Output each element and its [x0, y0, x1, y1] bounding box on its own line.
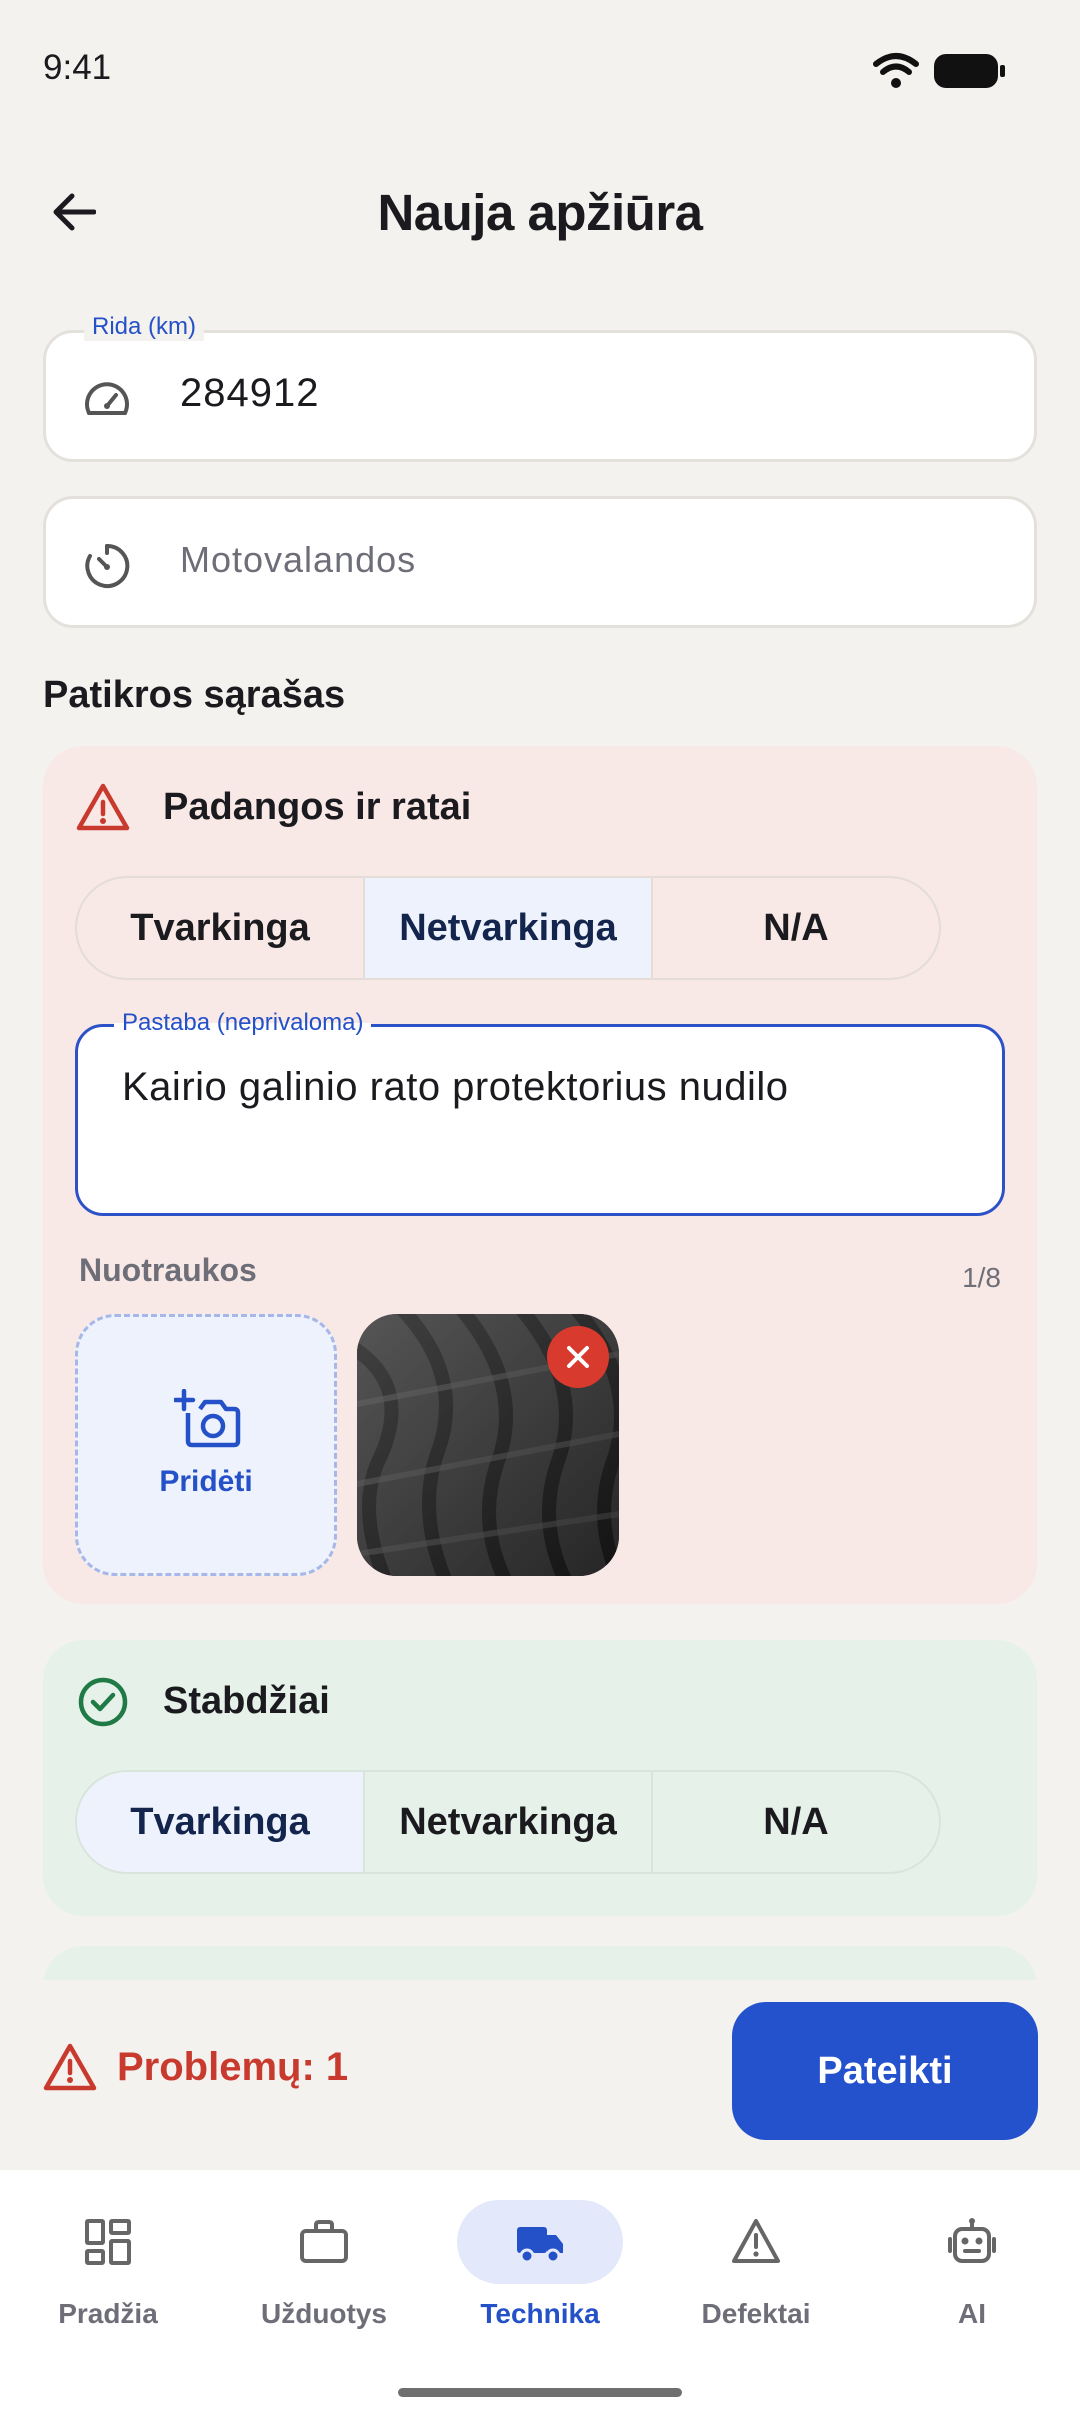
option-na[interactable]: N/A — [653, 1772, 939, 1872]
nav-item-ai[interactable]: AI — [864, 2200, 1080, 2350]
checklist-item-tires: Padangos ir ratai Tvarkinga Netvarkinga … — [43, 746, 1037, 1604]
check-circle-icon — [78, 1677, 128, 1727]
robot-icon — [948, 2218, 996, 2263]
mileage-value: 284912 — [180, 371, 320, 415]
add-photo-button[interactable]: Pridėti — [75, 1314, 337, 1576]
engine-hours-placeholder: Motovalandos — [180, 539, 417, 580]
option-ok[interactable]: Tvarkinga — [77, 1772, 365, 1872]
checklist-item-brakes: Stabdžiai Tvarkinga Netvarkinga N/A — [43, 1640, 1037, 1916]
note-field[interactable]: Pastaba (neprivaloma) Kairio galinio rat… — [75, 1009, 1005, 1216]
status-segmented-control: Tvarkinga Netvarkinga N/A — [75, 1770, 941, 1874]
status-time: 9:41 — [43, 48, 112, 87]
photos-label: Nuotraukos — [79, 1252, 257, 1288]
dashboard-icon — [85, 2219, 131, 2265]
note-label: Pastaba (neprivaloma) — [114, 1009, 372, 1037]
checklist-item-title: Stabdžiai — [163, 1680, 330, 1722]
status-segmented-control: Tvarkinga Netvarkinga N/A — [75, 876, 941, 980]
checklist-item-title: Padangos ir ratai — [163, 786, 472, 828]
truck-icon — [517, 2227, 563, 2264]
status-bar: 9:41 — [0, 0, 1080, 140]
problems-count: Problemų: 1 — [117, 2044, 349, 2089]
nav-item-defects[interactable]: Defektai — [648, 2200, 864, 2350]
submit-button[interactable]: Pateikti — [732, 2002, 1038, 2140]
remove-photo-button[interactable] — [547, 1326, 609, 1388]
close-icon — [567, 1346, 589, 1368]
nav-label: Technika — [480, 2298, 600, 2329]
bottom-nav: Pradžia Užduotys Technika Defektai AI — [0, 2170, 1080, 2424]
battery-icon — [934, 54, 1005, 88]
wifi-icon — [873, 53, 919, 88]
photos-count: 1/8 — [962, 1262, 1001, 1293]
mileage-label: Rida (km) — [84, 313, 205, 341]
note-value: Kairio galinio rato protektorius nudilo — [122, 1065, 789, 1109]
warning-icon — [732, 2219, 780, 2263]
add-photo-label: Pridėti — [159, 1465, 253, 1498]
add-photo-icon — [174, 1389, 241, 1448]
speedometer-icon — [85, 382, 129, 415]
mileage-field[interactable]: Rida (km) 284912 — [43, 313, 1037, 462]
nav-label: Pradžia — [58, 2298, 158, 2329]
nav-item-home[interactable]: Pradžia — [0, 2200, 216, 2350]
page-title: Nauja apžiūra — [377, 184, 703, 241]
engine-hours-field[interactable]: Motovalandos — [43, 496, 1037, 628]
timer-icon — [85, 543, 130, 588]
option-not-ok[interactable]: Netvarkinga — [365, 1772, 653, 1872]
home-indicator — [398, 2388, 682, 2397]
warning-icon — [76, 783, 130, 831]
nav-label: Defektai — [701, 2298, 811, 2329]
warning-icon — [43, 2043, 97, 2091]
option-not-ok[interactable]: Netvarkinga — [365, 878, 653, 978]
option-ok[interactable]: Tvarkinga — [77, 878, 365, 978]
nav-label: Užduotys — [261, 2298, 387, 2329]
briefcase-icon — [300, 2220, 348, 2263]
problems-summary: Problemų: 1 — [43, 2042, 348, 2092]
nav-item-equipment[interactable]: Technika — [432, 2200, 648, 2350]
nav-item-tasks[interactable]: Užduotys — [216, 2200, 432, 2350]
action-bar: Problemų: 1 Pateikti — [0, 1980, 1080, 2170]
option-na[interactable]: N/A — [653, 878, 939, 978]
checklist-title: Patikros sąrašas — [43, 674, 346, 716]
nav-label: AI — [958, 2298, 986, 2329]
